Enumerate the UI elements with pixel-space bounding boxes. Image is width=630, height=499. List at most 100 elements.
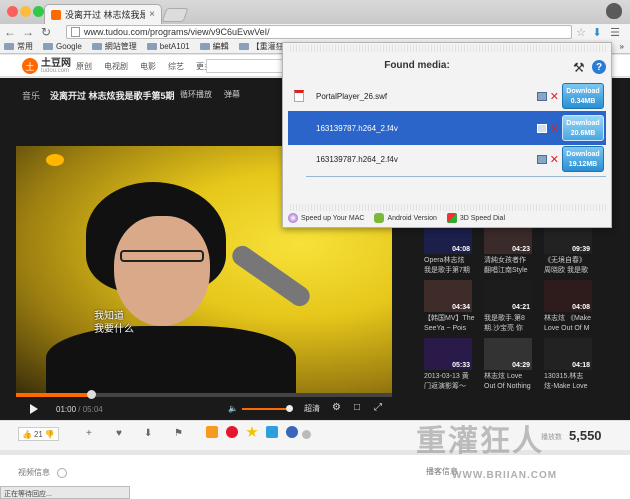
video-thumbnail[interactable]: 04:29 — [484, 338, 532, 370]
download-button[interactable]: Download 20.6MB — [562, 115, 604, 141]
address-bar[interactable]: www.tudou.com/programs/view/v9C6uEvwVeI/ — [66, 25, 572, 39]
close-window-button[interactable] — [7, 6, 18, 17]
help-icon[interactable]: ? — [592, 60, 606, 74]
video-caption[interactable]: 林志炫 《Make — [544, 314, 598, 324]
video-duration: 04:08 — [572, 304, 590, 311]
preview-icon[interactable] — [536, 123, 547, 133]
nav-item[interactable]: 综艺 — [168, 61, 184, 72]
nav-item[interactable]: 原创 — [76, 61, 92, 72]
share-qzone-icon[interactable] — [206, 426, 218, 438]
bookmark-item[interactable]: 網站管理 — [91, 41, 137, 52]
reload-icon[interactable]: ↻ — [39, 25, 53, 39]
remove-icon[interactable]: ✕ — [550, 153, 559, 166]
forward-arrow-icon[interactable]: → — [21, 25, 35, 39]
download-button[interactable]: Download 19.12MB — [562, 146, 604, 172]
bookmark-item[interactable]: Google — [43, 42, 82, 51]
video-caption[interactable]: 门返演影筹～ — [424, 382, 478, 392]
minimize-window-button[interactable] — [20, 6, 31, 17]
video-caption[interactable]: 周晓欧 我是歌 — [544, 266, 598, 276]
footer-link[interactable]: Android Version — [374, 213, 437, 223]
browser-tab[interactable]: 没离开过 林志炫我是歌手第… × — [44, 4, 162, 24]
footer-link[interactable]: Speed up Your MAC — [288, 213, 364, 223]
video-thumbnail[interactable]: 04:21 — [484, 280, 532, 312]
site-search-input[interactable] — [206, 59, 286, 73]
video-caption[interactable]: 我是歌手第7期 — [424, 266, 478, 276]
video-caption[interactable]: Love Out Of M — [544, 324, 598, 334]
footer-link-label: Android Version — [387, 214, 437, 222]
video-caption[interactable]: 《无境自春》 — [544, 256, 598, 266]
like-button[interactable]: 👍 21 👎 — [18, 427, 59, 441]
thumbs-down-icon[interactable]: 👎 — [45, 430, 55, 439]
tools-icon[interactable]: ⚒ — [573, 60, 585, 76]
new-tab-button[interactable] — [161, 8, 189, 22]
download-icon[interactable]: ⬇ — [144, 428, 152, 439]
video-caption[interactable]: 期.沙宝亮 你 — [484, 324, 538, 334]
danmaku-toggle[interactable]: 弹幕 — [224, 89, 240, 100]
video-caption[interactable]: Opera林志炫 — [424, 256, 478, 266]
video-caption[interactable]: SeeYa ~ Pois — [424, 324, 478, 334]
volume-control[interactable]: 🔈 — [228, 404, 293, 413]
folder-icon — [4, 43, 14, 50]
loop-play-toggle[interactable]: 循环播放 — [180, 89, 212, 100]
tab-close-icon[interactable]: × — [149, 9, 155, 20]
nav-item[interactable]: 电视剧 — [104, 61, 128, 72]
fullscreen-icon[interactable]: ⤢ — [374, 402, 382, 413]
video-caption[interactable]: 清純女孩者作 — [484, 256, 538, 266]
video-thumbnail[interactable]: 04:18 — [544, 338, 592, 370]
media-item[interactable]: PortalPlayer_26.swf ✕ Download 0.34MB — [288, 79, 606, 113]
video-caption[interactable]: 林志炫 Love — [484, 372, 538, 382]
add-icon[interactable]: + — [86, 428, 92, 439]
remove-icon[interactable]: ✕ — [550, 90, 559, 103]
settings-gear-icon[interactable]: ⚙ — [332, 402, 341, 413]
volume-slider[interactable] — [241, 404, 293, 412]
breadcrumb[interactable]: 音乐 — [22, 89, 40, 102]
bookmark-overflow[interactable]: » — [620, 42, 624, 51]
media-item[interactable]: 163139787.h264_2.f4v ✕ Download 19.12MB — [288, 142, 606, 176]
video-caption[interactable]: 翻唱江南Style — [484, 266, 538, 276]
report-flag-icon[interactable]: ⚑ — [174, 428, 183, 439]
video-caption[interactable]: 炫-Make Love — [544, 382, 598, 392]
video-caption[interactable]: 【韩国MV】The — [424, 314, 478, 324]
share-more-icon[interactable] — [302, 430, 311, 439]
progress-fill — [16, 393, 92, 397]
user-profile-icon[interactable] — [606, 3, 622, 19]
video-thumbnail[interactable]: 04:34 — [424, 280, 472, 312]
quality-selector[interactable]: 超清 — [304, 403, 320, 414]
zoom-window-button[interactable] — [33, 6, 44, 17]
footer-link[interactable]: 3D Speed Dial — [446, 213, 505, 223]
tudou-logo[interactable]: 土 土豆网 tudou.com — [22, 58, 71, 74]
bookmark-item[interactable]: 編輯 — [199, 41, 229, 52]
playback-progress-bar[interactable] — [16, 390, 392, 399]
video-caption[interactable]: Out Of Nothing — [484, 382, 538, 392]
video-caption[interactable]: 130315.林志 — [544, 372, 598, 382]
bookmark-star-icon[interactable]: ☆ — [574, 25, 588, 39]
play-icon[interactable] — [30, 404, 38, 414]
nav-item[interactable]: 电影 — [140, 61, 156, 72]
remove-icon[interactable]: ✕ — [550, 122, 559, 135]
back-arrow-icon[interactable]: ← — [3, 25, 17, 39]
info-expand-toggle[interactable] — [57, 468, 67, 478]
bookmark-label: betA101 — [159, 42, 190, 51]
chrome-menu-icon[interactable]: ☰ — [608, 25, 622, 39]
share-renren-icon[interactable] — [286, 426, 298, 438]
screen-mode-icon[interactable]: □ — [354, 402, 360, 413]
video-thumbnail[interactable]: 04:08 — [544, 280, 592, 312]
video-downloader-extension-icon[interactable]: ⬇ — [590, 25, 604, 39]
download-button[interactable]: Download 0.34MB — [562, 83, 604, 109]
preview-icon[interactable] — [536, 91, 547, 101]
total-time: 05:04 — [82, 404, 103, 414]
volume-icon[interactable]: 🔈 — [228, 404, 238, 413]
preview-icon[interactable] — [536, 154, 547, 164]
share-tencent-icon[interactable] — [266, 426, 278, 438]
video-caption[interactable]: 我是歌手.第8 — [484, 314, 538, 324]
share-weibo-icon[interactable] — [226, 426, 238, 438]
video-subtitle: 我知道 我要什么 — [94, 310, 134, 336]
favorite-heart-icon[interactable]: ♥ — [116, 428, 122, 439]
bookmark-item[interactable]: 常用 — [4, 41, 33, 52]
bookmark-item[interactable]: betA101 — [146, 42, 190, 51]
video-thumbnail[interactable]: 05:33 — [424, 338, 472, 370]
video-caption[interactable]: 2013-03-13 黄 — [424, 372, 478, 382]
microphone-shape — [228, 241, 314, 311]
media-item-selected[interactable]: 163139787.h264_2.f4v ✕ Download 20.6MB — [288, 111, 606, 145]
volume-handle[interactable] — [285, 404, 293, 412]
